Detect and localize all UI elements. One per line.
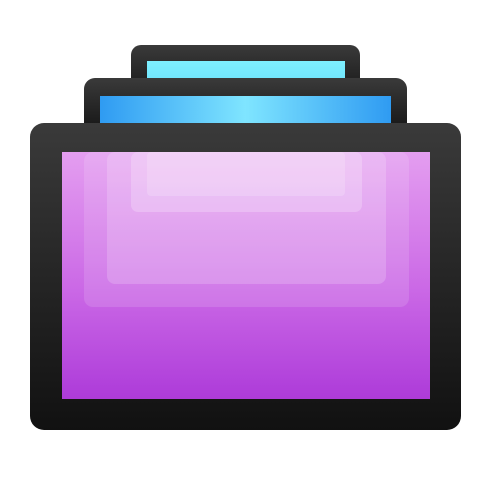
front-screen — [30, 123, 461, 430]
inner-panel-core — [147, 152, 345, 196]
stacked-screens-icon — [30, 45, 461, 430]
app-icon-stage — [0, 0, 492, 492]
